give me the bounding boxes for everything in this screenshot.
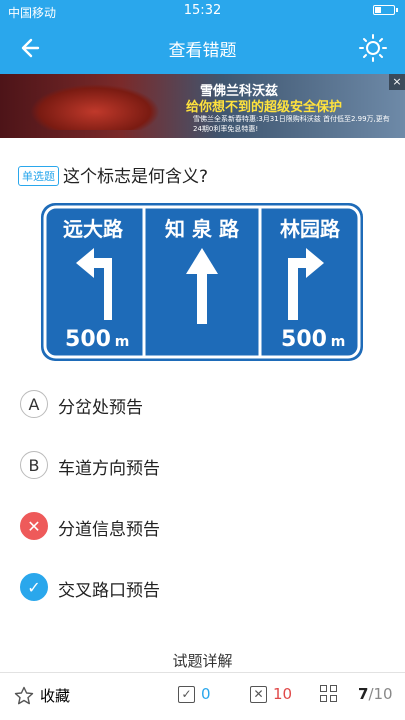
- sign-distance: 500: [65, 327, 111, 352]
- current-question: 7: [358, 685, 369, 703]
- correct-count-value: 0: [201, 685, 211, 703]
- sign-panel-name: 知 泉 路: [165, 217, 240, 241]
- favorite-label: 收藏: [40, 687, 71, 705]
- option-d[interactable]: ✓ 交叉路口预告: [20, 573, 320, 603]
- sign-distance-unit: m: [331, 334, 346, 350]
- option-c[interactable]: ✕ 分道信息预告: [20, 512, 320, 542]
- question-grid-button[interactable]: [320, 685, 338, 703]
- star-icon: [14, 686, 34, 704]
- car-image: [30, 84, 160, 130]
- wrong-count-value: 10: [273, 685, 293, 703]
- question-type-tag: 单选题: [18, 166, 59, 186]
- check-box-icon: ✓: [178, 685, 195, 703]
- clock: 15:32: [183, 3, 222, 18]
- ad-close-button[interactable]: ×: [389, 74, 405, 90]
- question-text: 这个标志是何含义?: [63, 167, 209, 187]
- bottom-bar: 收藏 ✓ 0 ✕ 10 7/10: [0, 672, 405, 720]
- top-bar: 查看错题: [0, 22, 405, 74]
- explanation-toggle[interactable]: 试题详解: [0, 650, 405, 671]
- option-letter: A: [20, 390, 48, 418]
- wrong-count[interactable]: ✕ 10: [250, 685, 292, 703]
- option-text: 交叉路口预告: [58, 581, 160, 601]
- option-b[interactable]: B 车道方向预告: [20, 451, 320, 481]
- sign-distance-unit: m: [115, 334, 130, 350]
- sign-panel-name: 远大路: [63, 217, 124, 241]
- ad-details: 雪佛兰全系新春特惠:3月31日限购科沃兹 首付低至2.99万,更有24期0利率免…: [193, 115, 390, 133]
- battery-icon: [373, 5, 398, 15]
- correct-answer-icon: ✓: [20, 573, 48, 601]
- option-text: 分岔处预告: [58, 398, 143, 418]
- grid-icon: [320, 685, 338, 703]
- option-text: 车道方向预告: [58, 459, 160, 479]
- x-box-icon: ✕: [250, 685, 267, 703]
- option-a[interactable]: A 分岔处预告: [20, 390, 320, 420]
- status-bar: 中国移动 15:32: [0, 0, 405, 22]
- option-letter: B: [20, 451, 48, 479]
- road-sign-image: 远大路 知 泉 路 林园路 500 m 500 m: [41, 203, 363, 361]
- wrong-answer-icon: ✕: [20, 512, 48, 540]
- total-questions: /10: [368, 685, 393, 703]
- brightness-icon[interactable]: [357, 32, 389, 64]
- ad-banner[interactable]: 雪佛兰科沃兹 给你想不到的超级安全保护 雪佛兰全系新春特惠:3月31日限购科沃兹…: [0, 74, 405, 138]
- sign-panel-name: 林园路: [280, 217, 341, 241]
- option-text: 分道信息预告: [58, 520, 160, 540]
- progress-indicator: 7/10: [358, 685, 393, 703]
- question: 单选题 这个标志是何含义?: [18, 162, 398, 187]
- page-title: 查看错题: [168, 41, 237, 61]
- correct-count[interactable]: ✓ 0: [178, 685, 211, 703]
- sign-distance: 500: [281, 327, 327, 352]
- ad-slogan: 给你想不到的超级安全保护: [186, 100, 343, 115]
- favorite-button[interactable]: 收藏: [14, 685, 70, 706]
